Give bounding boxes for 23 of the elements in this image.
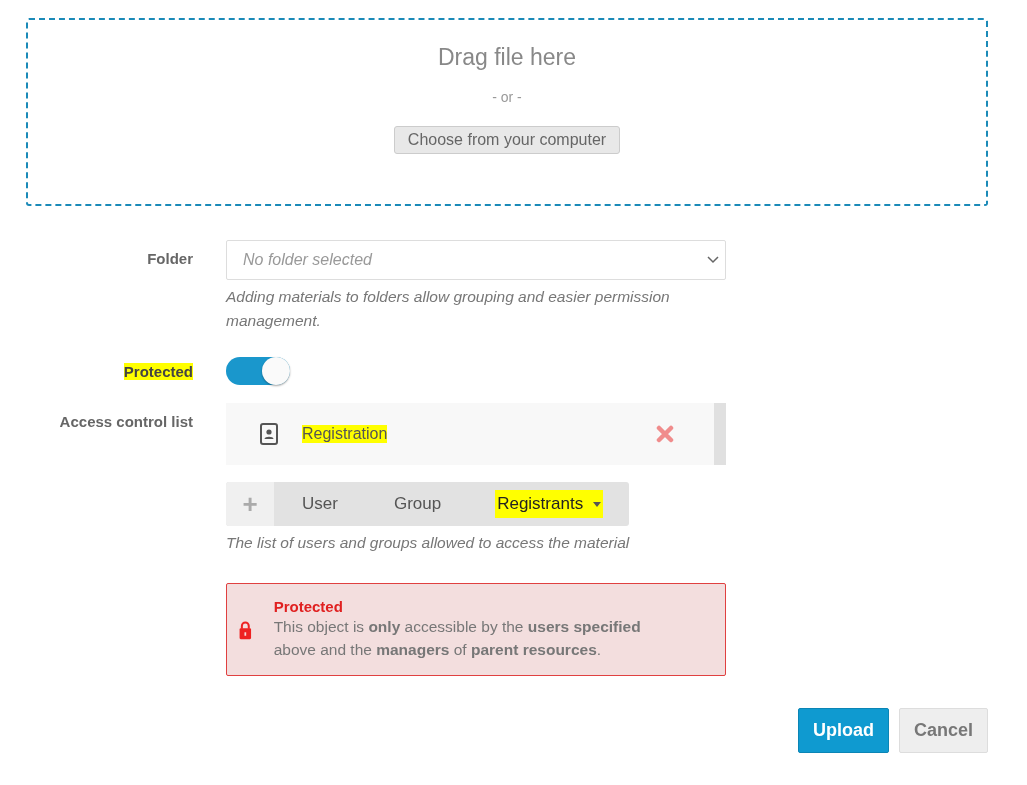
upload-button[interactable]: Upload	[797, 708, 889, 753]
principal-tab[interactable]: Group	[365, 482, 470, 526]
folder-select[interactable]: No folder selected	[226, 240, 726, 280]
alert-text: This object is only accessible by the users specified above and the managers of parent resources.	[273, 617, 642, 660]
cancel-button[interactable]: Cancel	[898, 708, 988, 753]
help-text: Adding materials to folders allow grouping and easier permission management.	[226, 287, 671, 331]
contact-card-icon	[260, 423, 278, 445]
chevron-icon	[707, 256, 719, 264]
remove-icon[interactable]	[656, 425, 674, 443]
alert-title: Protected	[273, 598, 344, 615]
help-text: The list of users and groups allowed to access the material	[226, 533, 630, 553]
separator-text: - or -	[492, 89, 522, 105]
drop-zone[interactable]: Drag file here - or - Choose from your computer	[26, 18, 988, 206]
choose-file-button[interactable]: Choose from your computer	[393, 126, 621, 154]
acl-entry-name: Registration	[302, 425, 388, 443]
principal-tab[interactable]: Registrants	[469, 482, 630, 526]
drop-title: Drag file here	[437, 44, 577, 71]
placeholder-text: No folder selected	[243, 251, 372, 269]
field-label: Protected	[123, 363, 193, 380]
field-label: Folder	[147, 250, 193, 267]
principal-tab[interactable]: User	[274, 482, 366, 526]
toggle-switch[interactable]	[226, 357, 290, 385]
field-label: Access control list	[59, 413, 193, 430]
